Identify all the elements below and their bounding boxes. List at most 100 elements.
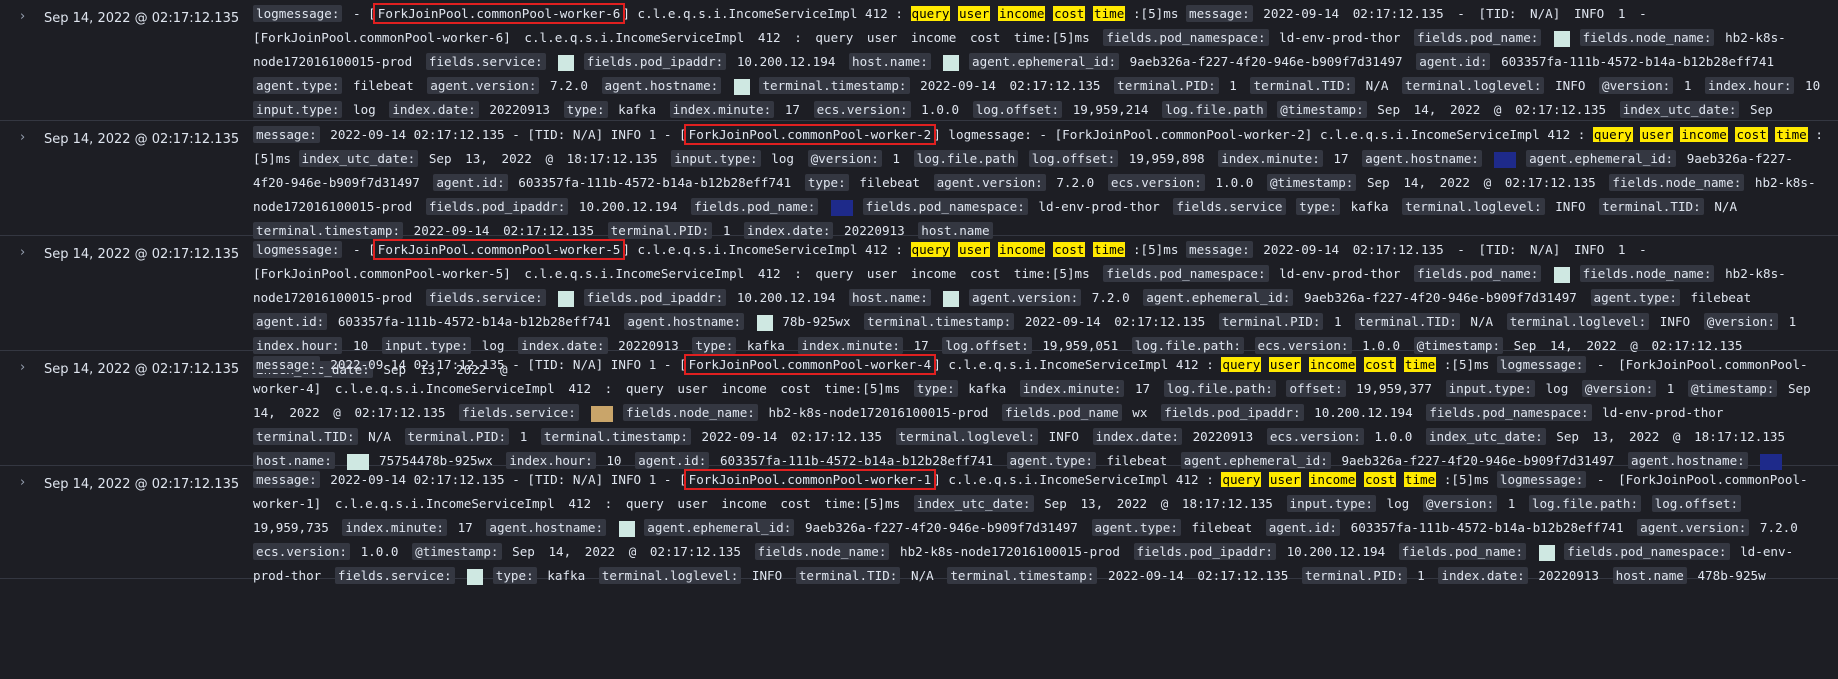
field-value: 7.2.0 [550, 78, 588, 93]
field-value: 2022 [289, 405, 320, 420]
field-label: host.name: [849, 289, 931, 306]
field-label: offset: [1286, 380, 1346, 397]
field-label: index.minute: [342, 519, 447, 536]
field-value: 2022 [1449, 102, 1481, 117]
field-label: agent.version: [933, 174, 1046, 191]
field-value: 1 [1788, 314, 1797, 329]
field-value: 1 [1229, 78, 1237, 93]
field-label: agent.hostname: [1362, 150, 1482, 167]
field-value: 19,959,898 [1128, 151, 1205, 166]
message-prefix: - [ [345, 6, 376, 21]
field-label: fields.service: [425, 289, 546, 306]
field-value: query [815, 266, 854, 281]
field-label: ecs.version: [1107, 174, 1205, 191]
field-label: agent.id: [1416, 53, 1491, 70]
field-value: 13, [1080, 496, 1104, 511]
field-label: agent.hostname: [601, 77, 722, 94]
field-value: 02:17:12.135 [1352, 242, 1444, 257]
field-label: @version: [1581, 380, 1657, 397]
field-label: logmessage: [253, 5, 343, 22]
field-value: INFO [1555, 199, 1586, 214]
search-hit: query [910, 242, 951, 257]
field-value: @ [628, 544, 637, 559]
log-row: › Sep 14, 2022 @ 02:17:12.135 message: 202… [0, 351, 1838, 470]
field-value: 7.2.0 [1091, 290, 1130, 305]
field-label: @version: [807, 150, 882, 167]
chevron-right-icon[interactable]: › [20, 131, 34, 145]
field-value: query [625, 381, 664, 396]
search-hit: time [1093, 242, 1126, 257]
field-label: terminal.TID: [1355, 313, 1460, 330]
field-value: : [794, 30, 802, 45]
message-prefix: 2022-09-14 02:17:12.135 - [TID: N/A] INF… [322, 472, 687, 487]
log-row: › Sep 14, 2022 @ 02:17:12.135 message: 202… [0, 121, 1838, 239]
message-suffix: ] logmessage: - [ForkJoinPool.commonPool… [933, 127, 1593, 142]
row-source: message: 2022-09-14 02:17:12.135 - [TID:… [253, 123, 1828, 243]
message-suffix: ] c.l.e.q.s.i.IncomeServiceImpl 412 : [933, 472, 1222, 487]
field-value: 02:17:12.135 [649, 544, 741, 559]
field-value: Sep [1556, 429, 1580, 444]
field-label: agent.ephemeral_id: [644, 519, 795, 536]
field-value: wx [1132, 405, 1148, 420]
redacted-block [467, 568, 484, 585]
field-value: : [604, 381, 613, 396]
search-hit: income [1308, 472, 1357, 487]
field-value: 78b-925wx [782, 314, 851, 329]
field-value: - [1639, 242, 1647, 257]
field-label: agent.version: [969, 289, 1082, 306]
field-value: ld-env-prod-thor [1279, 30, 1401, 45]
field-value: 7.2.0 [1759, 520, 1798, 535]
field-value: 1 [892, 151, 901, 166]
redacted-block [756, 314, 773, 331]
field-label: index_utc_date: [298, 150, 419, 167]
field-label: fields.pod_ipaddr: [1161, 404, 1304, 421]
field-value: INFO [751, 568, 783, 583]
field-label: terminal.loglevel: [1402, 198, 1545, 215]
field-value: ld-env-prod-thor [1602, 405, 1724, 420]
field-value: 9aeb326a-f227-4f20-946e-b909f7d31497 [1129, 54, 1403, 69]
field-label: input.type: [1286, 495, 1376, 512]
field-label: fields.pod_namespace: [862, 198, 1028, 215]
field-label: fields.pod_namespace: [1564, 543, 1730, 560]
search-hit: user [1640, 127, 1673, 142]
chevron-right-icon[interactable]: › [20, 10, 34, 24]
field-value: 10.200.12.194 [1314, 405, 1413, 420]
field-value: income [721, 381, 767, 396]
field-value: 18:17:12.135 [566, 151, 658, 166]
worker-thread: ForkJoinPool.commonPool-worker-1 [683, 469, 937, 490]
chevron-right-icon[interactable]: › [20, 476, 34, 490]
field-label: index.date: [389, 101, 479, 118]
field-value: kafka [968, 381, 1007, 396]
chevron-right-icon[interactable]: › [20, 361, 34, 375]
field-label: terminal.loglevel: [895, 428, 1039, 445]
field-value: N/A [1714, 199, 1738, 214]
field-value: N/A] [1530, 6, 1561, 21]
field-value: c.l.e.q.s.i.IncomeServiceImpl [334, 381, 555, 396]
field-value: 17 [1333, 151, 1349, 166]
search-hit: time [1093, 6, 1126, 21]
field-label: terminal.PID: [1302, 567, 1407, 584]
field-label: message: [1186, 241, 1253, 258]
chevron-right-icon[interactable]: › [20, 246, 34, 260]
field-value: 2022-09-14 [1263, 6, 1340, 21]
redacted-block [733, 78, 750, 95]
field-value: INFO [1048, 429, 1079, 444]
field-label: agent.ephemeral_id: [1526, 150, 1677, 167]
field-value: 10.200.12.194 [736, 54, 836, 69]
field-value: 1 [1666, 381, 1675, 396]
row-source: message: 2022-09-14 02:17:12.135 - [TID:… [253, 353, 1828, 473]
field-label: agent.ephemeral_id: [969, 53, 1120, 70]
field-value: log [1386, 496, 1410, 511]
field-value: INFO [1573, 6, 1605, 21]
search-hit: cost [1053, 6, 1086, 21]
search-hit: time [1775, 127, 1808, 142]
search-hit: user [958, 6, 991, 21]
field-value: 10 [1805, 78, 1821, 93]
field-value: cost [780, 496, 811, 511]
message-tail: :[5]ms [1132, 242, 1187, 257]
worker-thread: ForkJoinPool.commonPool-worker-6 [372, 3, 626, 24]
field-value: 02:17:12.135 [1515, 102, 1607, 117]
field-label: terminal.TID: [795, 567, 901, 584]
field-value: query [815, 30, 854, 45]
field-value: time:[5]ms [1013, 266, 1090, 281]
